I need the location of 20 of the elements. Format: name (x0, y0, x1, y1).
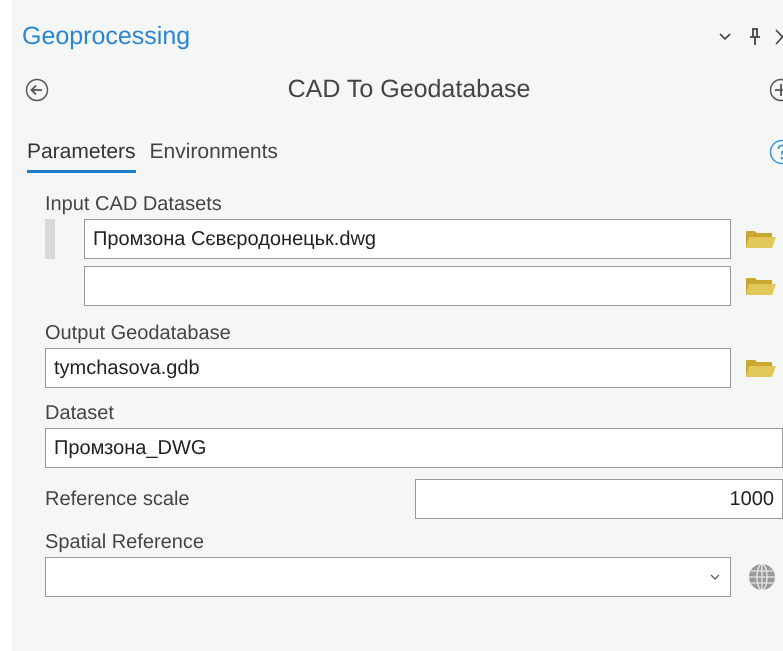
input-field[interactable]: Промзона Сєвєродонецьк.dwg (84, 219, 731, 259)
panel-title: Geoprocessing (22, 21, 190, 52)
field-label: Dataset (45, 401, 115, 425)
pin-icon[interactable] (749, 28, 761, 46)
dropdown-field[interactable] (45, 557, 731, 597)
chevron-down-icon[interactable] (718, 32, 732, 42)
input-field[interactable]: tymchasova.gdb (45, 348, 731, 388)
input-field[interactable] (84, 266, 731, 306)
input-field[interactable]: Промзона_DWG (45, 428, 783, 468)
tab[interactable]: Environments (150, 131, 278, 173)
tab[interactable]: Parameters (27, 131, 136, 173)
field-label: Output Geodatabase (45, 321, 232, 345)
globe-icon[interactable] (747, 562, 777, 592)
drag-handle[interactable] (45, 219, 55, 259)
input-field[interactable]: 1000 (415, 479, 783, 519)
chevron-down-icon (710, 574, 720, 580)
tool-title: CAD To Geodatabase (288, 74, 530, 106)
field-label: Spatial Reference (45, 530, 205, 554)
field-label: Reference scale (45, 487, 191, 512)
field-label: Input CAD Datasets (45, 192, 223, 216)
